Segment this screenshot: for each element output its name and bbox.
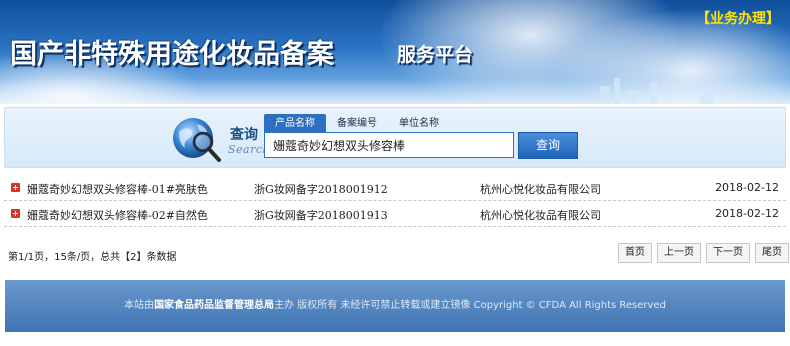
last-page-button[interactable]: 尾页 xyxy=(755,243,789,263)
footer: 本站由国家食品药品监督管理总局主办 版权所有 未经许可禁止转载或建立镜像 Cop… xyxy=(5,280,785,332)
search-button[interactable]: 查询 xyxy=(518,132,578,159)
site-subtitle: 服务平台 xyxy=(397,44,474,66)
business-link[interactable]: 【业务办理】 xyxy=(696,8,780,28)
search-panel: 查询 Search 产品名称 备案编号 单位名称 查询 xyxy=(4,107,786,168)
results-list: 姗蔻奇妙幻想双头修容棒-01#亮肤色 浙G妆网备字2018001912 杭州心悦… xyxy=(4,175,786,227)
search-tabs: 产品名称 备案编号 单位名称 xyxy=(264,114,450,133)
building-decoration xyxy=(700,92,714,104)
building-decoration xyxy=(625,90,637,104)
prev-page-button[interactable]: 上一页 xyxy=(657,243,701,263)
expand-plus-icon[interactable] xyxy=(11,183,20,192)
footer-copyright: 主办 版权所有 未经许可禁止转载或建立镜像 Copyright © CFDA A… xyxy=(274,300,666,311)
company-name: 杭州心悦化妆品有限公司 xyxy=(480,183,601,196)
building-decoration xyxy=(600,86,610,104)
record-date: 2018-02-12 xyxy=(715,181,779,194)
expand-plus-icon[interactable] xyxy=(11,209,20,218)
skyline-decoration xyxy=(0,78,790,104)
site-title: 国产非特殊用途化妆品备案 xyxy=(10,39,334,70)
building-decoration xyxy=(650,82,658,104)
registration-number: 浙G妆网备字2018001913 xyxy=(254,209,388,222)
result-row: 姗蔻奇妙幻想双头修容棒-02#自然色 浙G妆网备字2018001913 杭州心悦… xyxy=(4,201,786,227)
first-page-button[interactable]: 首页 xyxy=(618,243,652,263)
pagination-controls: 首页 上一页 下一页 尾页 xyxy=(618,243,789,263)
building-decoration xyxy=(614,78,620,104)
result-row: 姗蔻奇妙幻想双头修容棒-01#亮肤色 浙G妆网备字2018001912 杭州心悦… xyxy=(4,175,786,201)
search-label: 查询 xyxy=(230,127,258,143)
next-page-button[interactable]: 下一页 xyxy=(706,243,750,263)
footer-prefix: 本站由 xyxy=(124,300,155,311)
registration-number: 浙G妆网备字2018001912 xyxy=(254,183,388,196)
product-name-link[interactable]: 姗蔻奇妙幻想双头修容棒-01#亮肤色 xyxy=(27,181,208,197)
record-date: 2018-02-12 xyxy=(715,207,779,220)
footer-owner: 国家食品药品监督管理总局 xyxy=(154,300,275,311)
pagination-info: 第1/1页，15条/页，总共【2】条数据 xyxy=(8,252,177,263)
tab-product-name[interactable]: 产品名称 xyxy=(264,114,326,133)
company-name: 杭州心悦化妆品有限公司 xyxy=(480,209,601,222)
tab-company-name[interactable]: 单位名称 xyxy=(388,114,450,133)
product-name-link[interactable]: 姗蔻奇妙幻想双头修容棒-02#自然色 xyxy=(27,207,208,223)
search-input[interactable] xyxy=(264,132,514,158)
header-banner: 国产非特殊用途化妆品备案 服务平台 【业务办理】 xyxy=(0,0,790,104)
globe-search-icon xyxy=(173,118,221,162)
tab-registration-number[interactable]: 备案编号 xyxy=(326,114,388,133)
